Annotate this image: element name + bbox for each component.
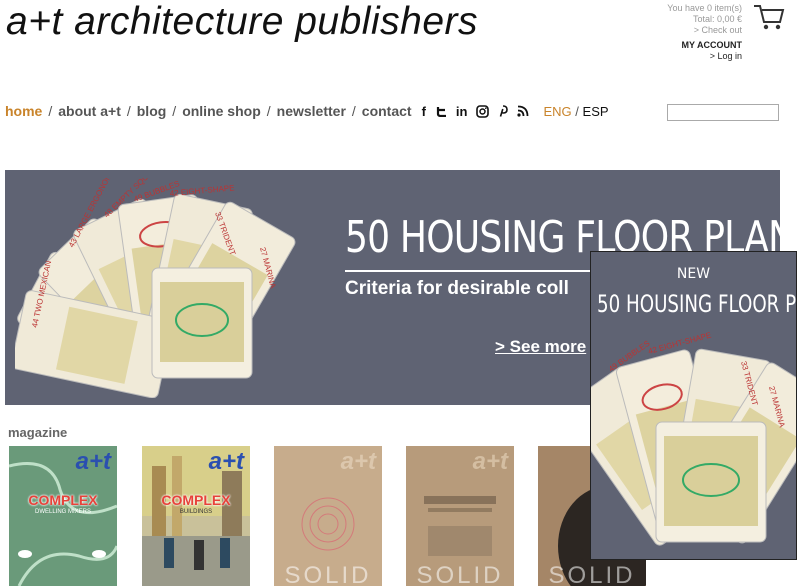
magazine-brand: a+t	[208, 448, 244, 475]
nav-home[interactable]: home	[5, 103, 42, 119]
new-badge: NEW	[676, 266, 711, 282]
checkout-link[interactable]: > Check out	[667, 25, 742, 36]
magazine-brand: a+t	[340, 448, 376, 475]
facebook-icon[interactable]: f	[422, 104, 426, 119]
magazine-cover-4[interactable]: a+t SOLID	[406, 446, 514, 586]
banner-subtitle: Criteria for desirable coll	[345, 278, 569, 299]
lang-eng[interactable]: ENG	[543, 104, 571, 119]
see-more-link[interactable]: > See more	[495, 337, 586, 357]
lang-esp[interactable]: ESP	[583, 104, 609, 119]
magazine-subtitle: SOLID	[284, 562, 372, 586]
pinterest-icon[interactable]	[498, 105, 509, 117]
login-link[interactable]: > Log in	[682, 51, 742, 62]
rss-icon[interactable]	[517, 105, 529, 117]
floor-plan-cards-image: 43 LARGE ERGONOMIC 48 EMPTY SQUARE 49 BU…	[15, 178, 296, 398]
account-title: MY ACCOUNT	[681, 40, 743, 50]
nav-newsletter[interactable]: newsletter	[277, 103, 346, 119]
nav-contact[interactable]: contact	[362, 103, 412, 119]
magazine-section-title: magazine	[8, 425, 68, 440]
magazine-subtitle: DWELLING MIXERS	[34, 509, 91, 515]
popup-cards-image: 49 BUBBLES 42 EIGHT-SHAPE 33 TRIDENT 27 …	[591, 332, 796, 546]
twitter-icon[interactable]	[435, 106, 447, 117]
magazine-title: COMPLEX	[161, 492, 231, 508]
popup-title: 50 HOUSING FLOOR PLANS	[597, 290, 797, 318]
nav-blog[interactable]: blog	[137, 103, 167, 119]
site-logo[interactable]: a+t architecture publishers	[6, 0, 478, 44]
nav-separator: /	[172, 103, 177, 119]
lang-separator: /	[575, 103, 579, 119]
account-box: MY ACCOUNT > Log in	[682, 40, 743, 62]
cart-summary: You have 0 item(s) Total: 0,00 € > Check…	[667, 3, 742, 36]
nav-separator: /	[126, 103, 131, 119]
search-input[interactable]	[667, 104, 779, 121]
language-switcher: ENG / ESP	[543, 104, 608, 119]
cart-icon[interactable]	[752, 2, 786, 32]
nav-separator: /	[351, 103, 356, 119]
magazine-subtitle: SOLID	[416, 562, 504, 586]
linkedin-icon[interactable]: in	[456, 104, 468, 119]
nav-online-shop[interactable]: online shop	[182, 103, 261, 119]
magazine-brand: a+t	[75, 448, 111, 475]
social-links: f in	[422, 104, 530, 119]
magazine-brand: a+t	[472, 448, 508, 475]
magazine-cover-2[interactable]: a+t COMPLEX BUILDINGS	[142, 446, 250, 586]
instagram-icon[interactable]	[476, 104, 490, 118]
nav-about[interactable]: about a+t	[58, 103, 121, 119]
cart-items: You have 0 item(s)	[667, 3, 742, 13]
magazine-subtitle: SOLID	[548, 562, 636, 586]
magazine-title: COMPLEX	[28, 492, 98, 508]
main-nav: home / about a+t / blog / online shop / …	[5, 103, 609, 119]
magazine-subtitle: BUILDINGS	[179, 509, 213, 515]
new-book-popup[interactable]: NEW 50 HOUSING FLOOR PLANS 49 BUBBLES 42…	[590, 251, 797, 560]
magazine-cover-3[interactable]: a+t SOLID	[274, 446, 382, 586]
nav-separator: /	[266, 103, 271, 119]
cart-total: Total: 0,00 €	[692, 14, 742, 24]
magazine-cover-1[interactable]: a+t COMPLEX DWELLING MIXERS	[9, 446, 117, 586]
nav-separator: /	[48, 103, 53, 119]
